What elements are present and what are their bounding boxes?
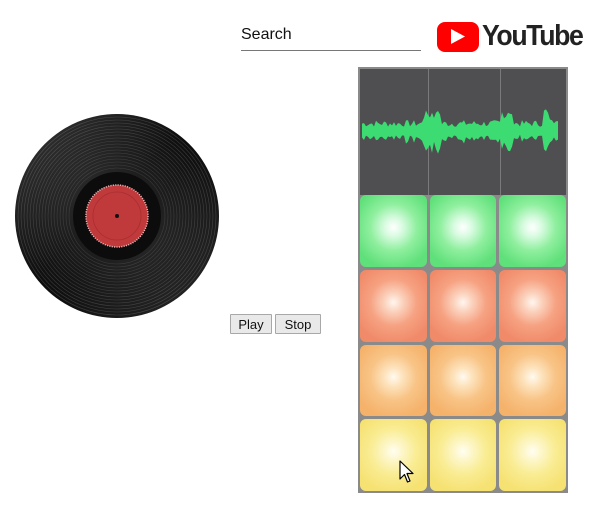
- mouse-cursor-icon: [399, 460, 414, 483]
- pad-yellow[interactable]: [429, 419, 497, 491]
- stop-button[interactable]: Stop: [275, 314, 321, 334]
- search-bar[interactable]: [241, 22, 421, 51]
- pad-green[interactable]: [499, 195, 566, 267]
- youtube-logo[interactable]: YouTube: [437, 20, 591, 53]
- youtube-play-icon: [437, 21, 479, 52]
- pad-green[interactable]: [360, 195, 427, 267]
- pad-orange[interactable]: [499, 344, 566, 417]
- search-input[interactable]: [241, 22, 421, 48]
- play-button[interactable]: Play: [230, 314, 272, 334]
- pad-orange[interactable]: [360, 344, 427, 417]
- pad-grid: [359, 195, 567, 491]
- pad-yellow[interactable]: [360, 419, 427, 491]
- pad-orange[interactable]: [429, 344, 497, 417]
- waveform-display: [360, 69, 566, 195]
- vinyl-record-icon: [15, 114, 219, 318]
- pad-red[interactable]: [429, 269, 497, 342]
- waveform: [362, 109, 558, 154]
- pad-yellow[interactable]: [499, 419, 566, 491]
- youtube-wordmark: YouTube: [482, 20, 584, 52]
- pad-red[interactable]: [360, 269, 427, 342]
- pad-red[interactable]: [499, 269, 566, 342]
- sampler-machine: [358, 67, 568, 493]
- pad-green[interactable]: [429, 195, 497, 267]
